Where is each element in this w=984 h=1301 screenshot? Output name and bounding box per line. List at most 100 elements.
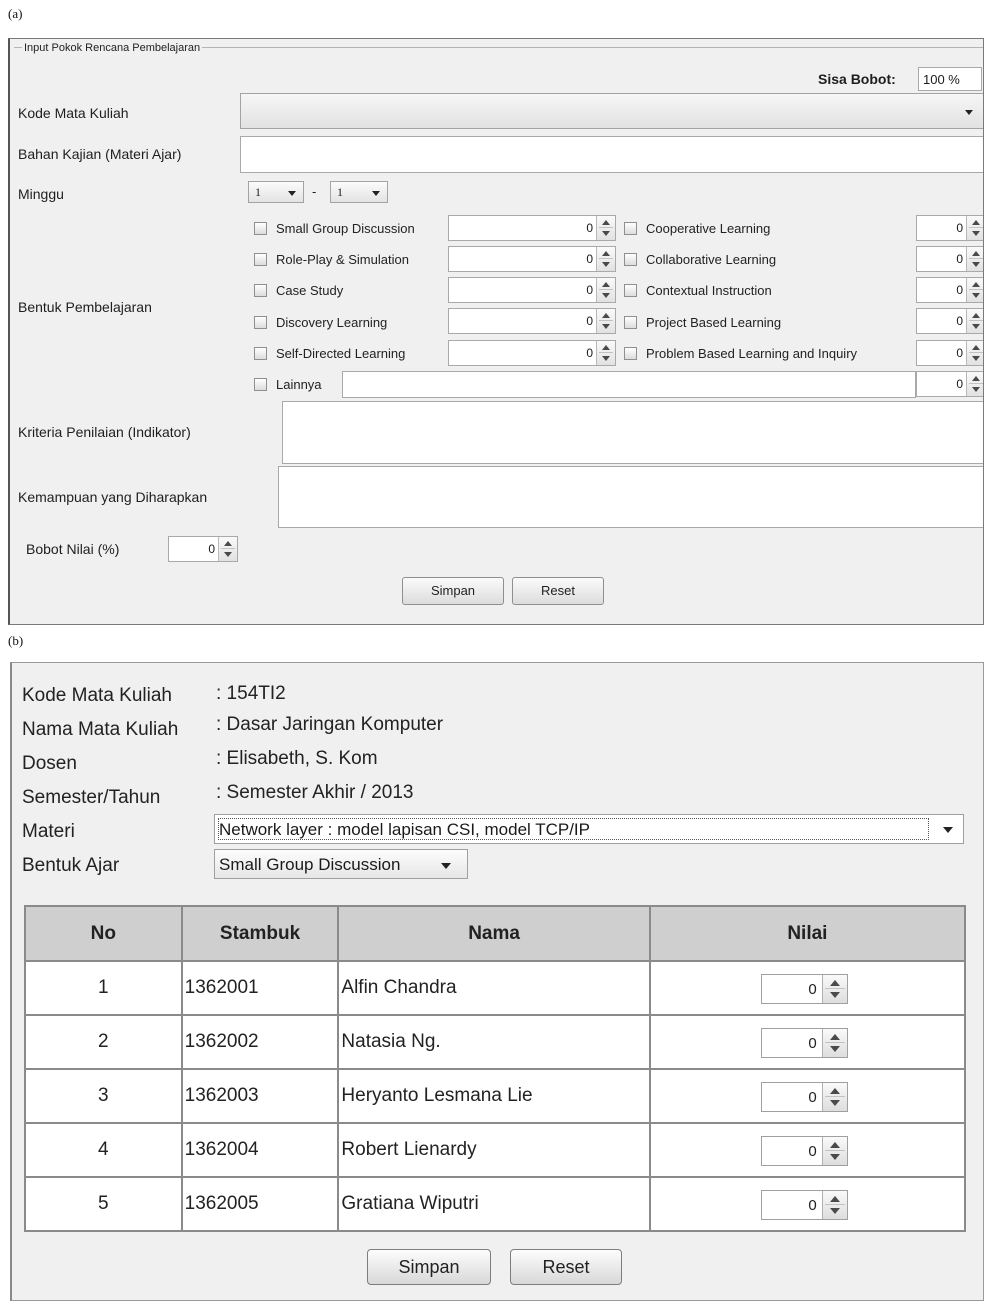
spinner-arrows-icon[interactable] xyxy=(596,309,615,333)
spinner-arrows-icon[interactable] xyxy=(596,278,615,302)
reset-button[interactable]: Reset xyxy=(512,577,604,605)
lainnya-spinner[interactable]: 0 xyxy=(916,371,983,397)
spinner-arrows-icon[interactable] xyxy=(218,537,237,561)
spinner-arrows-icon[interactable] xyxy=(596,341,615,365)
bentuk-ajar-label: Bentuk Ajar xyxy=(22,855,120,876)
titled-border xyxy=(14,47,983,624)
method-spinner[interactable]: 0 xyxy=(448,308,616,334)
sisa-bobot-label: Sisa Bobot: xyxy=(818,71,896,87)
checkbox-collaborative-learning[interactable] xyxy=(624,253,637,266)
minggu-label: Minggu xyxy=(18,186,64,202)
spinner-arrows-icon[interactable] xyxy=(966,247,983,271)
nilai-spinner[interactable]: 0 xyxy=(760,1136,848,1166)
method-spinner[interactable]: 0 xyxy=(448,277,616,303)
spinner-arrows-icon[interactable] xyxy=(821,1191,847,1219)
spinner-value: 0 xyxy=(808,1035,817,1052)
spinner-arrows-icon[interactable] xyxy=(821,1029,847,1057)
reset-button[interactable]: Reset xyxy=(510,1249,622,1285)
table-row: 3 1362003 Heryanto Lesmana Lie 0 xyxy=(24,1068,967,1124)
nama-mata-kuliah-label: Nama Mata Kuliah xyxy=(22,719,179,740)
nilai-spinner[interactable]: 0 xyxy=(760,974,848,1004)
lainnya-input[interactable] xyxy=(342,371,916,398)
nilai-spinner[interactable]: 0 xyxy=(760,1028,848,1058)
cell-no: 1 xyxy=(24,960,183,1016)
minggu-to-value: 1 xyxy=(337,185,343,199)
cell-stambuk: 1362003 xyxy=(180,1068,340,1124)
spinner-arrows-icon[interactable] xyxy=(966,216,983,240)
input-nilai-panel: Kode Mata Kuliah : 154TI2 Nama Mata Kuli… xyxy=(10,662,984,1301)
checkbox-lainnya[interactable] xyxy=(254,378,267,391)
method-spinner[interactable]: 0 xyxy=(448,215,616,241)
cell-nama: Robert Lienardy xyxy=(337,1122,651,1178)
chevron-down-icon xyxy=(288,191,296,196)
cell-nilai: 0 xyxy=(648,1122,967,1178)
spinner-arrows-icon[interactable] xyxy=(596,216,615,240)
spinner-value: 0 xyxy=(956,346,963,360)
bentuk-ajar-value: Small Group Discussion xyxy=(219,855,401,874)
method-label: Project Based Learning xyxy=(646,315,782,330)
spinner-arrows-icon[interactable] xyxy=(821,975,847,1003)
checkbox-contextual-instruction[interactable] xyxy=(624,284,637,297)
table-row: 1 1362001 Alfin Chandra 0 xyxy=(24,960,967,1016)
sisa-bobot-field: 100 % xyxy=(918,67,982,91)
dosen-label: Dosen xyxy=(22,753,77,774)
method-spinner[interactable]: 0 xyxy=(916,340,983,366)
checkbox-discovery-learning[interactable] xyxy=(254,316,267,329)
kemampuan-textarea[interactable] xyxy=(278,466,983,528)
materi-label: Materi xyxy=(22,821,75,842)
method-spinner[interactable]: 0 xyxy=(448,340,616,366)
spinner-value: 0 xyxy=(956,314,963,328)
spinner-value: 0 xyxy=(208,542,215,556)
method-spinner[interactable]: 0 xyxy=(916,277,983,303)
spinner-value: 0 xyxy=(586,221,593,235)
spinner-arrows-icon[interactable] xyxy=(966,278,983,302)
method-spinner[interactable]: 0 xyxy=(916,246,983,272)
kode-mata-kuliah-label: Kode Mata Kuliah xyxy=(22,685,172,706)
checkbox-problem-based-learning[interactable] xyxy=(624,347,637,360)
cell-no: 3 xyxy=(24,1068,183,1124)
method-label: Collaborative Learning xyxy=(646,252,777,267)
cell-stambuk: 1362005 xyxy=(180,1176,340,1232)
nilai-spinner[interactable]: 0 xyxy=(760,1082,848,1112)
spinner-arrows-icon[interactable] xyxy=(966,341,983,365)
method-label: Self-Directed Learning xyxy=(276,346,406,361)
kriteria-penilaian-textarea[interactable] xyxy=(282,401,983,464)
table-header-row: No Stambuk Nama Nilai xyxy=(24,905,967,962)
kemampuan-label: Kemampuan yang Diharapkan xyxy=(18,489,208,505)
spinner-arrows-icon[interactable] xyxy=(821,1137,847,1165)
chevron-down-icon xyxy=(372,191,380,196)
spinner-value: 0 xyxy=(808,1089,817,1106)
checkbox-role-play-simulation[interactable] xyxy=(254,253,267,266)
materi-combo[interactable]: Network layer : model lapisan CSI, model… xyxy=(214,814,964,844)
method-spinner[interactable]: 0 xyxy=(916,308,983,334)
spinner-value: 0 xyxy=(956,283,963,297)
bahan-kajian-input[interactable] xyxy=(240,136,983,173)
bobot-nilai-spinner[interactable]: 0 xyxy=(168,536,238,562)
nilai-spinner[interactable]: 0 xyxy=(760,1190,848,1220)
cell-nilai: 0 xyxy=(648,1176,967,1232)
method-spinner[interactable]: 0 xyxy=(448,246,616,272)
spinner-arrows-icon[interactable] xyxy=(821,1083,847,1111)
checkbox-self-directed-learning[interactable] xyxy=(254,347,267,360)
simpan-button[interactable]: Simpan xyxy=(402,577,504,605)
spinner-value: 0 xyxy=(956,252,963,266)
minggu-from-combo[interactable]: 1 xyxy=(248,181,304,203)
minggu-to-combo[interactable]: 1 xyxy=(330,181,388,203)
nilai-table: No Stambuk Nama Nilai 1 1362001 Alfin Ch… xyxy=(24,905,967,1232)
checkbox-case-study[interactable] xyxy=(254,284,267,297)
spinner-arrows-icon[interactable] xyxy=(596,247,615,271)
checkbox-project-based-learning[interactable] xyxy=(624,316,637,329)
checkbox-cooperative-learning[interactable] xyxy=(624,222,637,235)
simpan-button[interactable]: Simpan xyxy=(367,1249,491,1285)
cell-stambuk: 1362001 xyxy=(180,960,340,1016)
cell-nama: Natasia Ng. xyxy=(337,1014,651,1070)
spinner-arrows-icon[interactable] xyxy=(966,372,983,396)
chevron-down-icon xyxy=(441,863,451,869)
lainnya-label: Lainnya xyxy=(276,377,322,392)
spinner-arrows-icon[interactable] xyxy=(966,309,983,333)
bentuk-ajar-combo[interactable]: Small Group Discussion xyxy=(214,849,468,879)
checkbox-small-group-discussion[interactable] xyxy=(254,222,267,235)
method-spinner[interactable]: 0 xyxy=(916,215,983,241)
spinner-value: 0 xyxy=(956,377,963,391)
kode-mata-kuliah-combo[interactable] xyxy=(240,93,983,129)
